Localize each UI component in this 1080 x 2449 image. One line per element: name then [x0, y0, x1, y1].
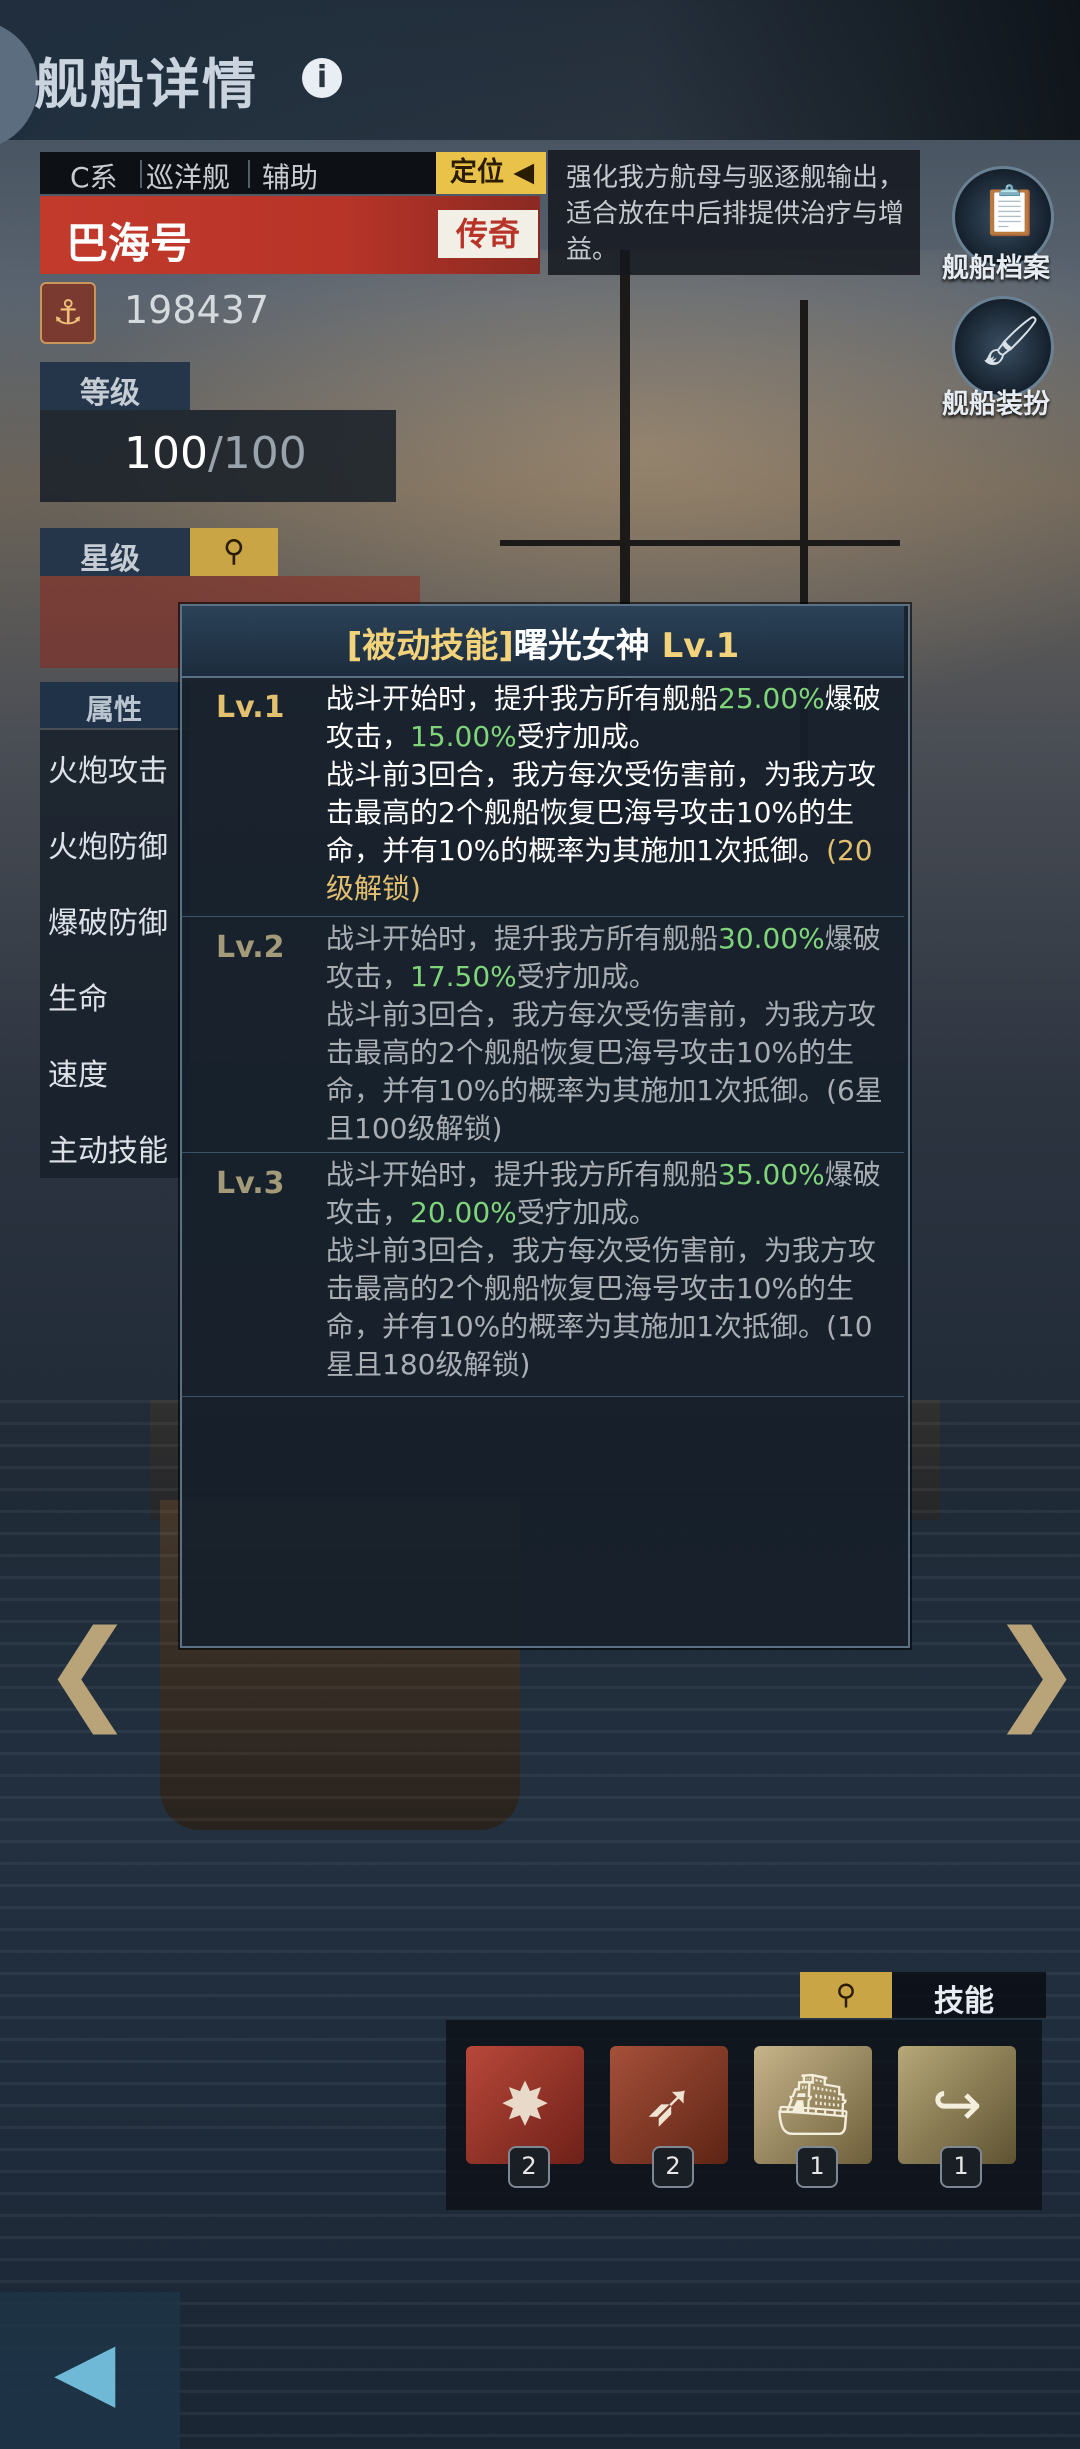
desc-value: 15.00%: [410, 720, 517, 753]
anchor-icon: ⚓: [40, 282, 96, 344]
attribute-item: 生命: [48, 982, 108, 1017]
info-icon[interactable]: i: [302, 58, 342, 98]
desc-part: 战斗开始时，提升我方所有舰船: [326, 1158, 719, 1191]
ship-mast: [500, 540, 900, 546]
desc-value: 25.00%: [718, 682, 825, 715]
skill-type: [被动技能]: [346, 626, 514, 666]
star-search-icon[interactable]: ⚲: [190, 528, 278, 576]
skill-count: 2: [508, 2146, 550, 2188]
level-current: 100: [124, 428, 208, 479]
role-description: 强化我方航母与驱逐舰输出，适合放在中后排提供治疗与增益。: [566, 163, 905, 265]
paint-roller-icon: 🖌: [980, 313, 1041, 369]
level-label: 等级: [80, 376, 140, 411]
role-label: 定位: [450, 157, 504, 188]
ship-skin-label: 舰船装扮: [942, 389, 1050, 420]
ship-tag-type: 辅助: [262, 161, 319, 194]
desc-part: 受疗加成。: [516, 1196, 657, 1229]
attribute-item: 速度: [48, 1058, 108, 1093]
desc-part: 战斗前3回合，我方每次受伤害前，为我方攻击最高的2个舰船恢复巴海号攻击10%的生…: [326, 758, 876, 867]
desc-value: 17.50%: [410, 960, 517, 993]
divider: [248, 160, 250, 188]
role-tab[interactable]: 定位 ◀: [436, 152, 546, 194]
attribute-header: 属性: [86, 693, 143, 726]
back-arrow-icon: ◀: [54, 2324, 116, 2417]
ship-tag-faction: C系: [70, 161, 118, 194]
skill-count: 1: [940, 2146, 982, 2188]
caret-left-icon: ◀: [513, 157, 535, 188]
desc-part: 战斗前3回合，我方每次受伤害前，为我方攻击最高的2个舰船恢复巴海号攻击10%的生…: [326, 998, 876, 1107]
next-ship-arrow-icon[interactable]: ❯: [990, 1606, 1080, 1734]
popup-title: [被动技能]曙光女神 Lv.1: [182, 618, 904, 667]
previous-ship-arrow-icon[interactable]: ❮: [42, 1606, 134, 1734]
clipboard-icon: 📋: [980, 183, 1040, 239]
attribute-item: 火炮攻击: [48, 754, 168, 789]
level-description: 战斗开始时，提升我方所有舰船35.00%爆破攻击，20.00%受疗加成。 战斗前3…: [326, 1156, 886, 1384]
rarity-badge: 传奇: [438, 210, 538, 258]
desc-part: 战斗开始时，提升我方所有舰船: [326, 682, 719, 715]
page-title: 舰船详情: [34, 53, 258, 116]
level-max: /100: [207, 428, 307, 479]
skill-name: 曙光女神: [513, 626, 650, 666]
level-description: 战斗开始时，提升我方所有舰船25.00%爆破攻击，15.00%受疗加成。 战斗前3…: [326, 680, 886, 908]
level-value: 100/100: [124, 428, 307, 479]
desc-part: 战斗开始时，提升我方所有舰船: [326, 922, 719, 955]
desc-value: 30.00%: [718, 922, 825, 955]
attribute-item: 主动技能: [48, 1134, 168, 1169]
desc-part: 战斗前3回合，我方每次受伤害前，为我方攻击最高的2个舰船恢复巴海号攻击10%的生…: [326, 1234, 876, 1343]
level-tag: Lv.3: [216, 1166, 285, 1201]
desc-value: 35.00%: [718, 1158, 825, 1191]
divider: [140, 160, 142, 188]
level-tag: Lv.2: [216, 930, 285, 965]
level-tag: Lv.1: [216, 690, 285, 725]
star-label: 星级: [80, 542, 140, 577]
combat-power: 198437: [124, 288, 270, 332]
attribute-item: 火炮防御: [48, 830, 168, 865]
desc-value: 20.00%: [410, 1196, 517, 1229]
skill-level: Lv.1: [649, 626, 740, 666]
skills-label: 技能: [934, 1984, 994, 2019]
attribute-list: [40, 730, 190, 1178]
level-description: 战斗开始时，提升我方所有舰船30.00%爆破攻击，17.50%受疗加成。 战斗前3…: [326, 920, 886, 1148]
ship-archive-label: 舰船档案: [942, 253, 1050, 284]
desc-part: 受疗加成。: [516, 720, 657, 753]
ship-tag-class: 巡洋舰: [146, 161, 231, 194]
attribute-item: 爆破防御: [48, 906, 168, 941]
desc-part: 受疗加成。: [516, 960, 657, 993]
skill-count: 2: [652, 2146, 694, 2188]
ship-name: 巴海号: [66, 219, 193, 268]
skill-count: 1: [796, 2146, 838, 2188]
skills-search-icon[interactable]: ⚲: [800, 1972, 892, 2018]
